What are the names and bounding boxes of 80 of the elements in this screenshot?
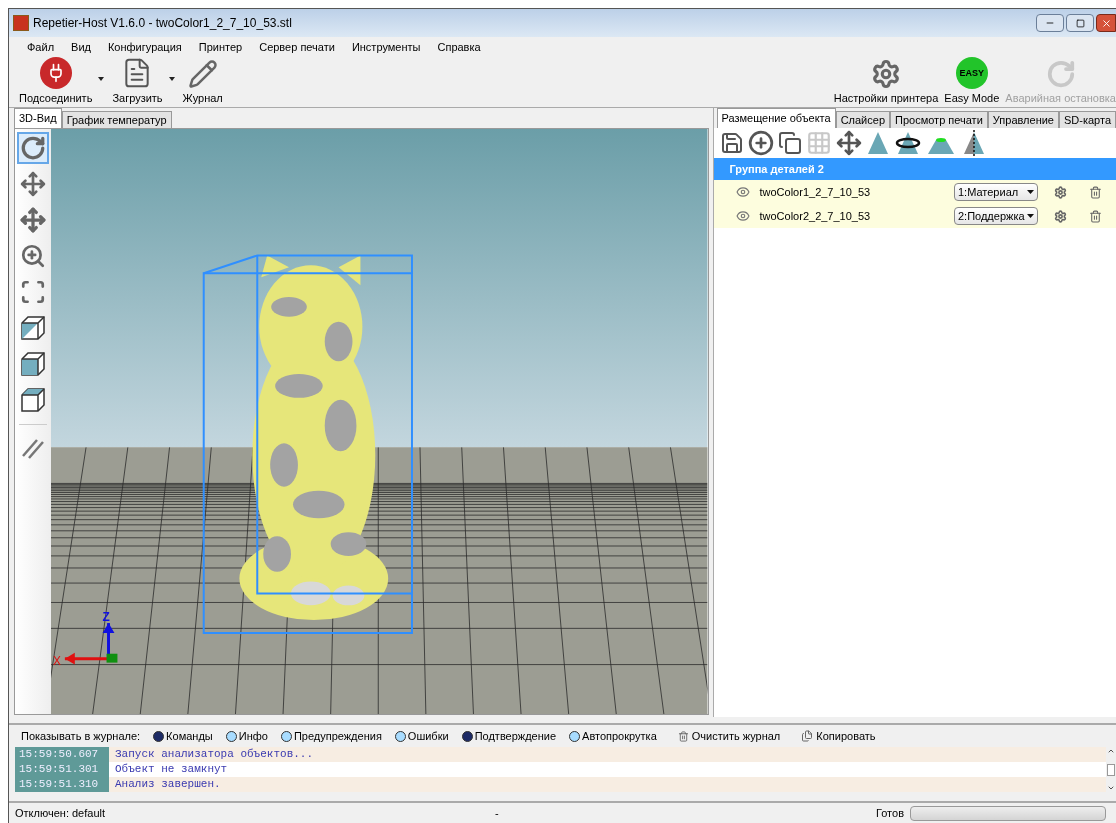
panel-tab[interactable]: SD-карта	[1058, 111, 1116, 128]
toolbar-button[interactable]: Журнал	[182, 59, 223, 105]
menu-item[interactable]: Вид	[71, 38, 91, 56]
log-timestamp: 15:59:51.301	[15, 762, 109, 777]
menu-item[interactable]: Сервер печати	[259, 38, 335, 56]
toolbar-button[interactable]: EASY Easy Mode	[944, 57, 1000, 105]
extruder-dropdown[interactable]: 1:Материал	[954, 183, 1038, 201]
log-message: Запуск анализатора объектов...	[114, 747, 314, 762]
status-separator: -	[495, 805, 499, 821]
zoom-fit-icon[interactable]	[20, 279, 46, 305]
view-tab[interactable]: 3D-Вид	[14, 108, 62, 128]
save-icon[interactable]	[719, 131, 744, 155]
z-axis-label: Z	[102, 610, 110, 625]
log-filter-option[interactable]: Подтверждение	[461, 727, 557, 745]
window-title: Repetier-Host V1.6.0 - twoColor1_2_7_10_53.stl	[33, 15, 292, 32]
cat-model-drawing[interactable]	[239, 255, 389, 621]
maximize-icon	[1075, 18, 1085, 28]
minimize-button[interactable]	[1036, 14, 1064, 32]
printer-state: Готов	[876, 805, 904, 821]
toolbar-button[interactable]: Подсоединить	[19, 57, 93, 105]
rotate-triangle-icon[interactable]	[893, 130, 922, 156]
connection-status: Отключен: default	[15, 805, 107, 821]
settings-icon[interactable]	[1054, 209, 1067, 223]
scroll-down-icon[interactable]	[1107, 784, 1115, 792]
log-message: Анализ завершен.	[114, 777, 221, 792]
log-filter-label: Показывать в журнале:	[21, 728, 141, 744]
rotate-icon[interactable]	[20, 135, 46, 161]
view-tab[interactable]: График температур	[61, 111, 172, 128]
menu-item[interactable]: Справка	[437, 38, 481, 56]
log-timestamp: 15:59:51.310	[15, 777, 109, 792]
pencil-icon	[187, 59, 218, 89]
scroll-up-icon[interactable]	[1107, 747, 1115, 755]
copy-icon[interactable]	[777, 131, 802, 155]
copy-icon	[801, 730, 814, 742]
log-filter-option[interactable]: Предупреждения	[280, 727, 382, 745]
menu-item[interactable]: Принтер	[198, 38, 243, 56]
log-timestamp: 15:59:50.607	[15, 747, 109, 762]
toolbar-button[interactable]: Загрузить	[112, 57, 163, 105]
easy-mode-badge: EASY	[955, 57, 988, 89]
log-action-button[interactable]: Копировать	[801, 727, 876, 745]
panel-tab[interactable]: Размещение объекта	[716, 108, 836, 128]
delete-icon[interactable]	[1089, 185, 1102, 199]
caret-icon[interactable]	[98, 77, 105, 81]
zoom-in-icon[interactable]	[20, 243, 46, 269]
menu-item[interactable]: Инструменты	[351, 38, 421, 56]
app-logo-icon	[13, 15, 29, 31]
close-icon	[1100, 17, 1112, 29]
cube-view-icon[interactable]	[19, 314, 47, 342]
panel-tab[interactable]: Просмотр печати	[890, 111, 988, 128]
extruder-dropdown[interactable]: 2:Поддержка	[954, 207, 1038, 225]
delete-icon[interactable]	[1089, 209, 1102, 223]
object-name[interactable]: twoColor1_2_7_10_53	[759, 183, 871, 201]
close-button[interactable]	[1096, 14, 1116, 32]
panel-tab[interactable]: Управление	[987, 111, 1059, 128]
caret-icon	[1027, 190, 1034, 194]
cube-view-icon[interactable]	[19, 386, 47, 414]
cube-view-icon[interactable]	[19, 350, 47, 378]
visibility-eye-icon[interactable]	[735, 209, 750, 223]
x-axis-label: X	[53, 653, 61, 668]
move-icon[interactable]	[20, 207, 46, 233]
move-icon[interactable]	[20, 171, 46, 197]
axis-arrows-drawing	[64, 623, 118, 665]
settings-icon[interactable]	[1054, 185, 1067, 199]
plug-icon	[39, 57, 72, 89]
log-action-button[interactable]: Очистить журнал	[677, 727, 781, 745]
panel-tab[interactable]: Слайсер	[835, 111, 890, 128]
log-filter-option[interactable]: Инфо	[225, 727, 268, 745]
add-icon[interactable]	[747, 130, 774, 156]
caret-icon	[1027, 214, 1034, 218]
object-name[interactable]: twoColor2_2_7_10_53	[759, 207, 871, 225]
toolbar-button[interactable]: Настройки принтера	[833, 59, 939, 105]
menu-item[interactable]: Файл	[27, 38, 55, 56]
menu-item[interactable]: Конфигурация	[107, 38, 182, 56]
trash-icon	[677, 730, 689, 742]
log-message: Объект не замкнут	[114, 762, 228, 777]
log-filter-option[interactable]: Ошибки	[394, 727, 449, 745]
caret-icon[interactable]	[168, 77, 175, 81]
log-filter-option[interactable]: Команды	[153, 727, 213, 745]
log-filter-option[interactable]: Автопрокрутка	[569, 727, 657, 745]
visibility-eye-icon[interactable]	[735, 185, 750, 199]
